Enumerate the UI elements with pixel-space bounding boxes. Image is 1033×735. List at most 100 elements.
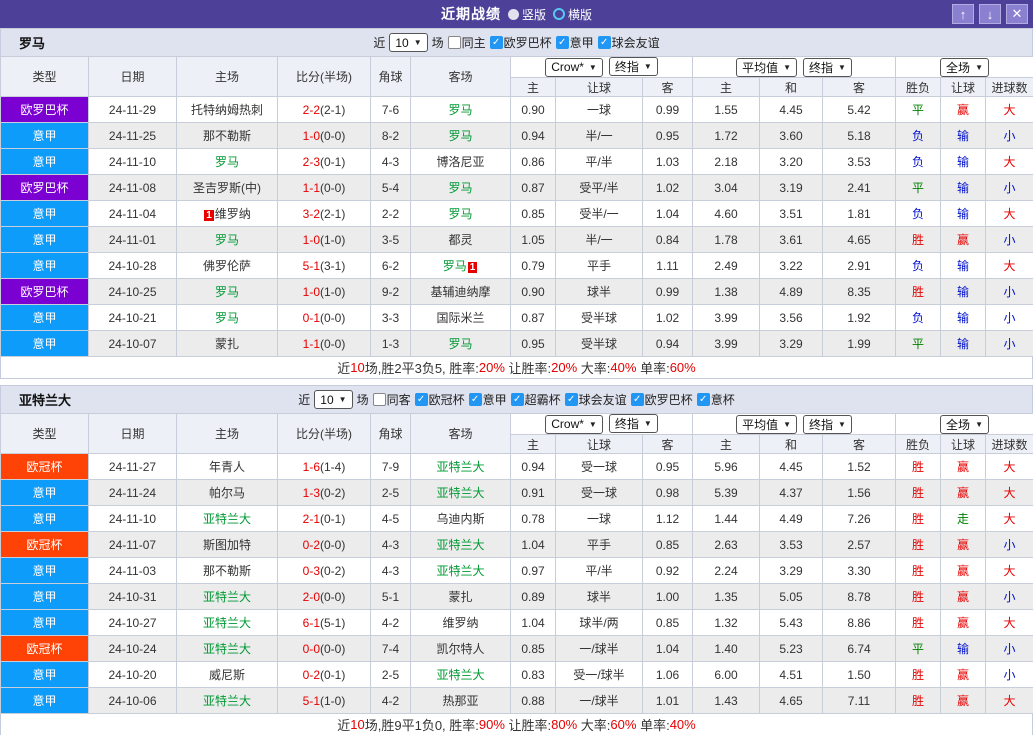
- checkbox-unchecked-icon[interactable]: [372, 393, 386, 406]
- avg-away-odds: 8.35: [821, 278, 897, 305]
- fulltime-score: 2-1: [302, 511, 320, 526]
- avg-home-odds: 1.43: [692, 687, 760, 714]
- filter-checkbox-label: 意甲: [482, 393, 507, 407]
- filter-checkbox-label: 意杯: [710, 393, 735, 407]
- final-odds-select[interactable]: 终指 ▼: [803, 414, 852, 434]
- result-goals: 大: [985, 505, 1033, 532]
- home-team: 蒙扎: [176, 330, 278, 357]
- checkbox-checked-icon[interactable]: ✓: [414, 393, 428, 406]
- handicap-line: 受平/半: [555, 174, 643, 201]
- average-select[interactable]: 平均值 ▼: [736, 414, 797, 434]
- summary-segment: 让胜率:: [504, 718, 552, 733]
- filter-controls: 近 10 ▼ 场同客 ✓ 欧冠杯 ✓ 意甲 ✓ 超霸杯 ✓ 球会友谊 ✓ 欧罗巴杯 ✓ 意杯: [298, 390, 735, 409]
- away-team-name: 罗马: [448, 207, 473, 221]
- filter-checkbox-item[interactable]: ✓ 超霸杯: [510, 391, 561, 408]
- checkbox-checked-icon[interactable]: ✓: [510, 393, 524, 406]
- filter-checkbox-item[interactable]: ✓ 球会友谊: [597, 34, 660, 51]
- checkbox-unchecked-icon[interactable]: [447, 36, 461, 49]
- league-badge: 意甲: [0, 304, 89, 331]
- away-odds: 0.99: [642, 96, 693, 123]
- close-icon[interactable]: ✕: [1006, 4, 1028, 24]
- checkbox-checked-icon[interactable]: ✓: [555, 36, 569, 49]
- avg-away-odds: 7.11: [821, 687, 897, 714]
- checkbox-checked-icon[interactable]: ✓: [597, 36, 611, 49]
- away-team-name: 蒙扎: [448, 590, 473, 604]
- checkbox-checked-icon[interactable]: ✓: [489, 36, 503, 49]
- average-select[interactable]: 平均值 ▼: [736, 57, 797, 77]
- halftime-score: (3-1): [320, 258, 346, 273]
- radio-vertical-layout[interactable]: 竖版: [507, 6, 546, 23]
- halftime-score: (1-0): [320, 232, 346, 247]
- fulltime-score: 1-1: [302, 336, 320, 351]
- filter-checkbox-item[interactable]: 同客: [372, 391, 411, 408]
- checkbox-checked-icon[interactable]: ✓: [468, 393, 482, 406]
- summary-segment: 60%: [610, 717, 637, 732]
- final-odds-select[interactable]: 终指 ▼: [608, 414, 658, 434]
- radio-horizontal-layout[interactable]: 横版: [553, 6, 592, 23]
- away-team-name: 维罗纳: [442, 616, 479, 630]
- filter-checkbox-item[interactable]: ✓ 球会友谊: [564, 391, 627, 408]
- fulltime-score: 1-6: [302, 459, 320, 474]
- avg-home-odds: 3.04: [692, 174, 760, 201]
- titlebar: 近期战绩 竖版 横版 ↑ ↓ ✕: [0, 0, 1033, 28]
- handicap-line: 半/一: [555, 226, 643, 253]
- match-date: 24-11-24: [88, 479, 177, 506]
- match-count-select[interactable]: 10 ▼: [389, 33, 428, 52]
- home-team: 1 维罗纳: [176, 200, 278, 227]
- bookmaker-select[interactable]: Crow* ▼: [545, 57, 603, 77]
- final-odds-select[interactable]: 终指 ▼: [803, 57, 852, 77]
- home-odds: 0.87: [510, 304, 556, 331]
- filter-checkbox-item[interactable]: ✓ 欧冠杯: [414, 391, 465, 408]
- chevron-down-icon: ▼: [413, 38, 422, 47]
- window-buttons: ↑ ↓ ✕: [952, 4, 1028, 24]
- home-team: 罗马: [176, 278, 278, 305]
- away-team: 维罗纳: [410, 609, 511, 636]
- bookmaker-select-value: Crow*: [551, 417, 584, 432]
- halftime-score: (1-0): [320, 284, 346, 299]
- score-cell: 3-2(2-1): [277, 200, 371, 227]
- match-count-select[interactable]: 10 ▼: [314, 390, 353, 409]
- checkbox-checked-icon[interactable]: ✓: [696, 393, 710, 406]
- sub-column-header: 和: [759, 77, 823, 97]
- column-header: 比分(半场): [277, 413, 371, 454]
- away-team-name: 亚特兰大: [436, 564, 485, 578]
- avg-away-odds: 3.30: [821, 557, 897, 584]
- filter-checkbox-item[interactable]: ✓ 欧罗巴杯: [630, 391, 693, 408]
- halftime-score: (0-1): [320, 667, 346, 682]
- full-match-select[interactable]: 全场 ▼: [940, 57, 989, 77]
- final-odds-select[interactable]: 终指 ▼: [608, 57, 658, 77]
- checkbox-checked-icon[interactable]: ✓: [630, 393, 644, 406]
- filter-checkbox-item[interactable]: ✓ 意甲: [555, 34, 594, 51]
- full-match-select[interactable]: 全场 ▼: [940, 414, 989, 434]
- fulltime-score: 1-0: [302, 284, 320, 299]
- summary-bar: 近 10 场,胜2平3负5, 胜率: 20% 让胜率: 20% 大率: 40% 单率: 60…: [0, 357, 1033, 379]
- filter-checkbox-label: 欧罗巴杯: [503, 36, 552, 50]
- crow-odds-group: Crow* ▼ 终指 ▼: [510, 413, 693, 435]
- halftime-score: (0-2): [320, 563, 346, 578]
- red-card-icon: 1: [467, 262, 478, 273]
- scroll-up-button[interactable]: ↑: [952, 4, 974, 24]
- league-badge: 欧冠杯: [0, 635, 89, 662]
- checkbox-checked-icon[interactable]: ✓: [564, 393, 578, 406]
- match-row: 意甲 24-11-01 罗马 1-0(1-0) 3-5 都灵 1.05 半/一 0.84 1.78…: [0, 226, 1033, 253]
- final-odds-select-value: 终指: [809, 417, 834, 432]
- filter-checkbox-item[interactable]: ✓ 意甲: [468, 391, 507, 408]
- sub-column-header: 让球: [555, 434, 643, 454]
- home-team: 那不勒斯: [176, 557, 278, 584]
- away-odds: 0.94: [642, 330, 693, 357]
- avg-away-odds: 1.81: [821, 200, 897, 227]
- avg-away-odds: 5.18: [821, 122, 897, 149]
- filter-checkbox-item[interactable]: ✓ 意杯: [696, 391, 735, 408]
- away-team-name: 基辅迪纳摩: [430, 285, 491, 299]
- result-outcome: 胜: [895, 687, 942, 714]
- away-odds: 0.92: [642, 557, 693, 584]
- away-odds: 0.84: [642, 226, 693, 253]
- scroll-down-button[interactable]: ↓: [979, 4, 1001, 24]
- filter-checkbox-item[interactable]: 同主: [447, 34, 486, 51]
- bookmaker-select[interactable]: Crow* ▼: [545, 414, 603, 434]
- corner-score: 4-5: [370, 505, 411, 532]
- filter-checkbox-item[interactable]: ✓ 欧罗巴杯: [489, 34, 552, 51]
- home-team: 亚特兰大: [176, 687, 278, 714]
- sub-column-header: 主: [510, 77, 556, 97]
- away-team-name: 乌迪内斯: [436, 512, 485, 526]
